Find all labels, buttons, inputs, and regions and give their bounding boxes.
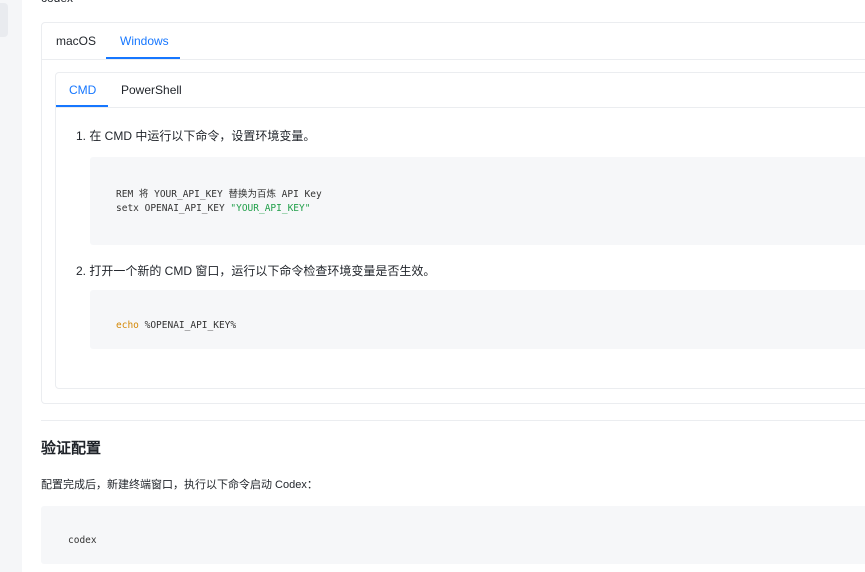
code-echo-line: echo %OPENAI_API_KEY% bbox=[116, 320, 236, 331]
step-1-text: 1. 在 CMD 中运行以下命令，设置环境变量。 bbox=[76, 129, 316, 143]
code-string: "YOUR_API_KEY" bbox=[230, 203, 311, 214]
doc-content: codex macOS Windows CMD PowerShell 1. 在 … bbox=[22, 0, 865, 572]
active-tab-indicator bbox=[106, 57, 180, 59]
shell-tabs: CMD PowerShell bbox=[56, 73, 865, 108]
top-partial-text: codex bbox=[41, 0, 73, 5]
code-keyword: echo bbox=[116, 320, 139, 331]
active-tab-indicator bbox=[56, 105, 108, 107]
code-block-echo[interactable]: echo %OPENAI_API_KEY% bbox=[90, 290, 865, 349]
code-codex-line: codex bbox=[68, 535, 97, 546]
code-block-codex[interactable]: codex bbox=[41, 506, 865, 564]
tab-windows[interactable]: Windows bbox=[120, 34, 169, 48]
code-command: setx OPENAI_API_KEY bbox=[116, 203, 231, 214]
sidebar-collapse-handle[interactable] bbox=[0, 3, 8, 37]
shell-tab-panel: CMD PowerShell 1. 在 CMD 中运行以下命令，设置环境变量。 … bbox=[55, 72, 865, 389]
tab-powershell[interactable]: PowerShell bbox=[121, 83, 182, 97]
tab-cmd[interactable]: CMD bbox=[69, 83, 96, 97]
os-tab-panel: macOS Windows CMD PowerShell 1. 在 CMD 中运… bbox=[41, 22, 865, 404]
code-variable: %OPENAI_API_KEY% bbox=[138, 320, 237, 331]
tab-macos[interactable]: macOS bbox=[56, 34, 96, 48]
code-setx-line: setx OPENAI_API_KEY "YOUR_API_KEY" bbox=[116, 203, 310, 214]
code-comment-line: REM 将 YOUR_API_KEY 替换为百炼 API Key bbox=[116, 189, 322, 200]
section-description: 配置完成后，新建终端窗口，执行以下命令启动 Codex： bbox=[41, 479, 318, 491]
section-title: 验证配置 bbox=[41, 440, 102, 457]
os-tabs: macOS Windows bbox=[42, 23, 865, 60]
section-divider bbox=[41, 420, 865, 421]
left-sidebar bbox=[0, 0, 22, 572]
step-2-text: 2. 打开一个新的 CMD 窗口，运行以下命令检查环境变量是否生效。 bbox=[76, 264, 436, 278]
code-block-setx[interactable]: REM 将 YOUR_API_KEY 替换为百炼 API Key setx OP… bbox=[90, 157, 865, 245]
